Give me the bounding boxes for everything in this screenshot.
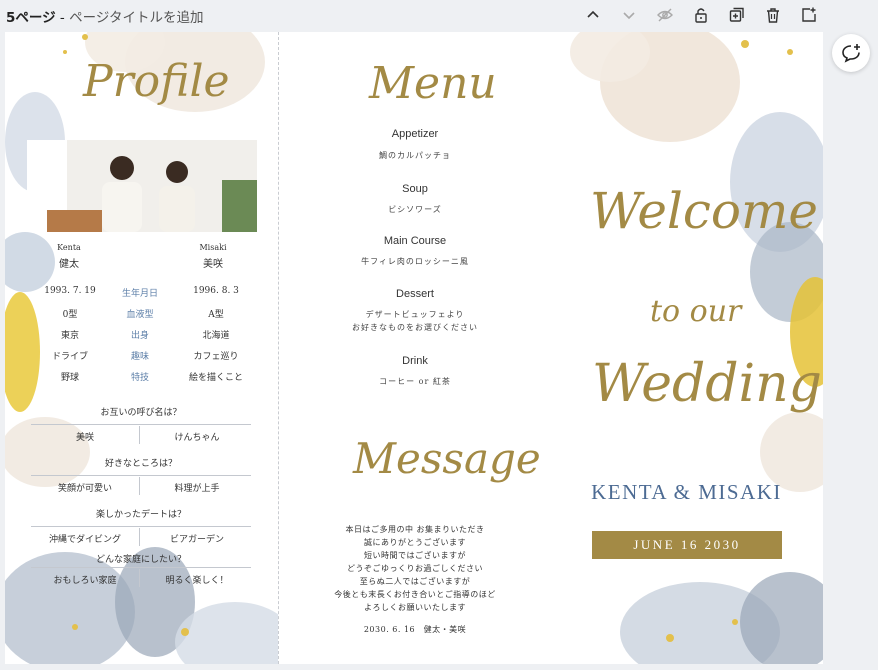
page-title[interactable]: 5ページ - ページタイトルを追加 xyxy=(6,6,204,26)
qa-question: お互いの呼び名は？ xyxy=(100,408,182,418)
qa-question: 好きなところは？ xyxy=(104,459,177,469)
course-name: Main Course xyxy=(383,235,447,247)
hobby-label: 趣味 xyxy=(130,352,149,362)
course-name: Dessert xyxy=(396,288,434,300)
groom-name-en: Kenta xyxy=(57,243,81,252)
qa-divider xyxy=(31,567,251,568)
skill-label: 特技 xyxy=(130,373,149,383)
bride-skill: 絵を描くこと xyxy=(188,373,243,383)
floral-decoration xyxy=(5,32,278,664)
blood-type-label: 血液型 xyxy=(126,310,154,320)
qa-question: 楽しかったデートは？ xyxy=(95,510,186,520)
birthday-label: 生年月日 xyxy=(121,289,158,299)
message-line: よろしくお願いいたします xyxy=(364,603,466,612)
qa-divider xyxy=(31,526,251,527)
message-line: どうぞごゆっくりお過ごしください xyxy=(347,564,483,573)
qa-question: どんな家庭にしたい？ xyxy=(95,555,186,565)
qa-answer-groom: 美咲 xyxy=(75,433,94,443)
bride-hobby: カフェ巡り xyxy=(193,352,239,362)
course-dish: 牛フィレ肉のロッシーニ風 xyxy=(361,257,469,266)
groom-hobby: ドライブ xyxy=(51,352,88,362)
qa-answer-bride: けんちゃん xyxy=(174,433,220,443)
qa-answer-groom: 沖縄でダイビング xyxy=(48,535,121,545)
course-dish: コーヒー or 紅茶 xyxy=(379,377,451,386)
qa-divider xyxy=(139,426,140,444)
message-line: 本日はご多用の中 お集まりいただき xyxy=(345,525,485,534)
course-dish-note: お好きなものをお選びください xyxy=(352,323,478,332)
course-dish: ビシソワーズ xyxy=(388,205,442,214)
qa-answer-bride: ビアガーデン xyxy=(169,535,224,545)
chevron-down-icon[interactable] xyxy=(617,3,641,27)
groom-name-jp: 健太 xyxy=(59,259,79,270)
course-dish: デザートビュッフェより xyxy=(365,310,465,319)
menu-heading: Menu xyxy=(369,58,497,109)
page-number-label: 5ページ xyxy=(6,10,56,26)
bride-name-en: Misaki xyxy=(199,243,227,252)
couple-names: KENTA & MISAKI xyxy=(591,480,782,504)
profile-heading: Profile xyxy=(83,56,230,107)
design-canvas[interactable]: Profile Kenta 健太 Misaki 美咲 1993. 7. 19 生… xyxy=(5,32,823,664)
message-line: 至らぬ二人ではございますが xyxy=(359,577,471,586)
course-name: Drink xyxy=(402,355,428,367)
floral-decoration xyxy=(570,32,823,664)
course-name: Appetizer xyxy=(391,128,439,140)
message-line: 今後とも末長くお付き合いとご指導のほど xyxy=(334,590,496,599)
groom-birthday: 1993. 7. 19 xyxy=(44,286,96,296)
wedding-date: JUNE 16 2030 xyxy=(633,537,741,552)
message-heading: Message xyxy=(353,434,541,483)
eye-hidden-icon[interactable] xyxy=(653,3,677,27)
add-comment-button[interactable] xyxy=(832,34,870,72)
add-page-icon[interactable] xyxy=(797,3,821,27)
qa-divider xyxy=(139,569,140,587)
welcome-text: Welcome xyxy=(590,182,819,240)
groom-skill: 野球 xyxy=(60,373,79,383)
couple-photo-image xyxy=(27,140,257,232)
page-toolbar: 5ページ - ページタイトルを追加 xyxy=(0,0,878,30)
page-title-placeholder[interactable]: ページタイトルを追加 xyxy=(69,10,203,26)
message-line: 誠にありがとうございます xyxy=(364,538,466,547)
lock-icon[interactable] xyxy=(689,3,713,27)
qa-divider xyxy=(139,528,140,546)
bride-blood-type: A型 xyxy=(208,310,224,320)
groom-hometown: 東京 xyxy=(60,331,79,341)
qa-divider xyxy=(139,477,140,495)
bride-birthday: 1996. 8. 3 xyxy=(193,286,239,296)
qa-answer-groom: 笑顔が可愛い xyxy=(57,484,112,494)
bride-hometown: 北海道 xyxy=(202,331,230,341)
couple-photo[interactable] xyxy=(27,140,257,232)
qa-divider xyxy=(31,424,251,425)
profile-panel[interactable]: Profile Kenta 健太 Misaki 美咲 1993. 7. 19 生… xyxy=(5,32,278,664)
title-separator: - xyxy=(55,10,70,26)
comment-plus-icon xyxy=(842,44,860,63)
qa-answer-groom: おもしろい家庭 xyxy=(53,576,117,586)
wedding-text: Wedding xyxy=(592,354,822,414)
message-line: 短い時間ではございますが xyxy=(364,551,466,560)
course-dish: 鯛のカルパッチョ xyxy=(379,151,451,160)
message-signature: 2030. 6. 16 健太・美咲 xyxy=(363,625,467,634)
chevron-up-icon[interactable] xyxy=(581,3,605,27)
menu-panel[interactable]: Menu Appetizer 鯛のカルパッチョ Soup ビシソワーズ Main… xyxy=(278,32,550,664)
groom-blood-type: 0型 xyxy=(62,310,78,320)
qa-answer-bride: 明るく楽しく！ xyxy=(165,576,229,586)
trash-icon[interactable] xyxy=(761,3,785,27)
qa-answer-bride: 料理が上手 xyxy=(174,484,220,494)
bride-name-jp: 美咲 xyxy=(203,259,223,270)
to-our-text: to our xyxy=(650,294,742,329)
hometown-label: 出身 xyxy=(130,331,149,341)
duplicate-icon[interactable] xyxy=(725,3,749,27)
date-band: JUNE 16 2030 xyxy=(592,531,782,559)
cover-panel[interactable]: Welcome to our Wedding KENTA & MISAKI JU… xyxy=(550,32,823,664)
course-name: Soup xyxy=(402,183,428,195)
qa-divider xyxy=(31,475,251,476)
